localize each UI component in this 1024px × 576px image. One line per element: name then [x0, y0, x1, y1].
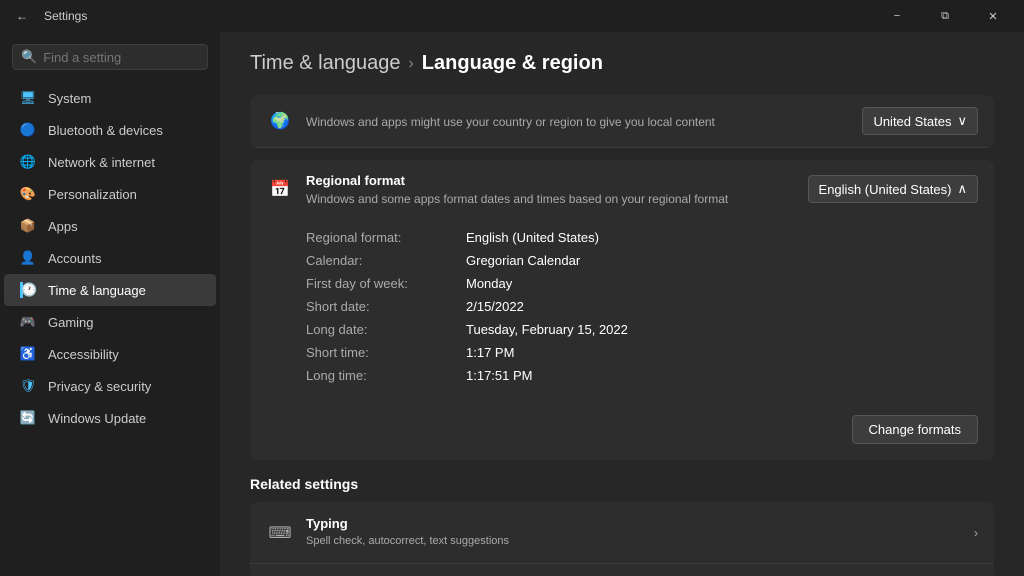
- sidebar-item-bluetooth[interactable]: 🔵 Bluetooth & devices: [4, 114, 216, 146]
- sidebar-label-gaming: Gaming: [48, 315, 94, 330]
- detail-long-time: Long time: 1:17:51 PM: [306, 364, 938, 387]
- related-settings-card: ⌨ Typing Spell check, autocorrect, text …: [250, 502, 994, 576]
- title-bar-left: ← Settings: [8, 2, 87, 30]
- gaming-icon: 🎮: [20, 314, 36, 330]
- update-icon: 🔄: [20, 410, 36, 426]
- restore-button[interactable]: ⧉: [922, 0, 968, 32]
- back-button[interactable]: ←: [8, 2, 36, 30]
- label-long-time: Long time:: [306, 368, 466, 383]
- sidebar-item-gaming[interactable]: 🎮 Gaming: [4, 306, 216, 338]
- sidebar-item-accessibility[interactable]: ♿ Accessibility: [4, 338, 216, 370]
- value-short-time: 1:17 PM: [466, 345, 514, 360]
- typing-item[interactable]: ⌨ Typing Spell check, autocorrect, text …: [250, 502, 994, 563]
- sidebar-label-accessibility: Accessibility: [48, 347, 119, 362]
- detail-calendar: Calendar: Gregorian Calendar: [306, 249, 938, 272]
- sidebar-label-system: System: [48, 91, 91, 106]
- system-icon: 🖥: [20, 90, 36, 106]
- value-first-day: Monday: [466, 276, 512, 291]
- typing-label: Typing: [306, 516, 509, 531]
- network-icon: 🌐: [20, 154, 36, 170]
- regional-format-details: Regional format: English (United States)…: [250, 218, 994, 403]
- sidebar-item-network[interactable]: 🌐 Network & internet: [4, 146, 216, 178]
- sidebar-label-update: Windows Update: [48, 411, 146, 426]
- app-title: Settings: [44, 9, 87, 23]
- sidebar-label-time: Time & language: [48, 283, 146, 298]
- accessibility-icon: ♿: [20, 346, 36, 362]
- sidebar-label-accounts: Accounts: [48, 251, 101, 266]
- regional-format-chevron: ∧: [957, 181, 967, 197]
- regional-format-title: Regional format: [306, 173, 405, 188]
- breadcrumb: Time & language › Language & region: [250, 52, 994, 75]
- sidebar-item-update[interactable]: 🔄 Windows Update: [4, 402, 216, 434]
- sidebar-label-bluetooth: Bluetooth & devices: [48, 123, 163, 138]
- value-regional-format: English (United States): [466, 230, 599, 245]
- search-box[interactable]: 🔍: [12, 44, 208, 70]
- detail-first-day: First day of week: Monday: [306, 272, 938, 295]
- privacy-icon: 🛡: [20, 378, 36, 394]
- search-icon: 🔍: [21, 49, 37, 65]
- sidebar-item-time[interactable]: 🕐 Time & language: [4, 274, 216, 306]
- sidebar-label-network: Network & internet: [48, 155, 155, 170]
- bluetooth-icon: 🔵: [20, 122, 36, 138]
- country-chevron: ∨: [957, 113, 967, 129]
- breadcrumb-current: Language & region: [422, 52, 603, 75]
- sidebar-item-system[interactable]: 🖥 System: [4, 82, 216, 114]
- window-controls: − ⧉ ✕: [874, 0, 1016, 32]
- related-settings-title: Related settings: [250, 476, 994, 492]
- sidebar-item-accounts[interactable]: 👤 Accounts: [4, 242, 216, 274]
- sidebar-label-privacy: Privacy & security: [48, 379, 151, 394]
- regional-format-value: English (United States): [819, 182, 952, 197]
- regional-format-header[interactable]: 📅 Regional format Windows and some apps …: [250, 160, 994, 218]
- country-value: United States: [873, 114, 951, 129]
- main-layout: 🔍 🖥 System 🔵 Bluetooth & devices 🌐 Netwo…: [0, 32, 1024, 576]
- accounts-icon: 👤: [20, 250, 36, 266]
- regional-format-card: 📅 Regional format Windows and some apps …: [250, 160, 994, 460]
- value-calendar: Gregorian Calendar: [466, 253, 580, 268]
- regional-format-dropdown[interactable]: English (United States) ∧: [808, 175, 978, 203]
- personalization-icon: 🎨: [20, 186, 36, 202]
- value-short-date: 2/15/2022: [466, 299, 524, 314]
- sidebar-item-apps[interactable]: 📦 Apps: [4, 210, 216, 242]
- sidebar: 🔍 🖥 System 🔵 Bluetooth & devices 🌐 Netwo…: [0, 32, 220, 576]
- country-icon: 🌍: [266, 107, 294, 135]
- typing-chevron-icon: ›: [974, 526, 978, 540]
- typing-icon: ⌨: [266, 519, 294, 547]
- close-button[interactable]: ✕: [970, 0, 1016, 32]
- country-dropdown[interactable]: United States ∨: [862, 107, 978, 135]
- content-area: Time & language › Language & region 🌍 Wi…: [220, 32, 1024, 576]
- label-short-date: Short date:: [306, 299, 466, 314]
- detail-long-date: Long date: Tuesday, February 15, 2022: [306, 318, 938, 341]
- label-regional-format: Regional format:: [306, 230, 466, 245]
- detail-short-date: Short date: 2/15/2022: [306, 295, 938, 318]
- country-region-card: 🌍 Windows and apps might use your countr…: [250, 95, 994, 148]
- admin-lang-item[interactable]: 🌐 Administrative language settings ↗: [250, 563, 994, 576]
- typing-description: Spell check, autocorrect, text suggestio…: [306, 535, 509, 547]
- related-settings-section: Related settings ⌨ Typing Spell check, a…: [250, 476, 994, 576]
- sidebar-item-privacy[interactable]: 🛡 Privacy & security: [4, 370, 216, 402]
- value-long-date: Tuesday, February 15, 2022: [466, 322, 628, 337]
- regional-format-description: Windows and some apps format dates and t…: [306, 192, 728, 206]
- apps-icon: 📦: [20, 218, 36, 234]
- change-formats-button[interactable]: Change formats: [852, 415, 979, 444]
- label-calendar: Calendar:: [306, 253, 466, 268]
- breadcrumb-separator: ›: [408, 55, 413, 73]
- time-icon: 🕐: [20, 282, 36, 298]
- label-short-time: Short time:: [306, 345, 466, 360]
- sidebar-item-personalization[interactable]: 🎨 Personalization: [4, 178, 216, 210]
- search-input[interactable]: [43, 50, 199, 65]
- detail-regional-format: Regional format: English (United States): [306, 226, 938, 249]
- country-row[interactable]: 🌍 Windows and apps might use your countr…: [250, 95, 994, 148]
- sidebar-label-apps: Apps: [48, 219, 78, 234]
- value-long-time: 1:17:51 PM: [466, 368, 533, 383]
- title-bar: ← Settings − ⧉ ✕: [0, 0, 1024, 32]
- label-first-day: First day of week:: [306, 276, 466, 291]
- country-description: Windows and apps might use your country …: [306, 115, 715, 129]
- detail-short-time: Short time: 1:17 PM: [306, 341, 938, 364]
- sidebar-label-personalization: Personalization: [48, 187, 137, 202]
- label-long-date: Long date:: [306, 322, 466, 337]
- regional-format-icon: 📅: [266, 175, 294, 203]
- breadcrumb-parent[interactable]: Time & language: [250, 52, 400, 75]
- minimize-button[interactable]: −: [874, 0, 920, 32]
